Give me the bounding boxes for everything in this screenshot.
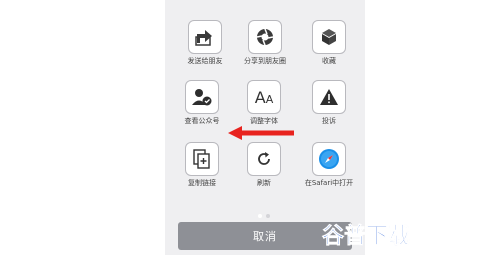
refresh-label: 刷新 xyxy=(257,179,271,187)
adjust-font-label: 调整字体 xyxy=(250,117,278,125)
share-arrow-icon xyxy=(188,20,222,54)
page-indicator xyxy=(256,203,272,222)
warning-icon xyxy=(312,80,346,114)
refresh-icon xyxy=(247,142,281,176)
open-in-safari-tile[interactable]: 在Safari中打开 xyxy=(284,142,374,187)
favorite-cube-icon xyxy=(312,20,346,54)
red-arrow-icon xyxy=(228,126,294,140)
page-dot-active xyxy=(258,214,262,218)
favorite-label: 收藏 xyxy=(322,57,336,65)
open-in-safari-label: 在Safari中打开 xyxy=(304,179,354,187)
official-account-icon xyxy=(185,80,219,114)
svg-text:谷普下载: 谷普下载 xyxy=(322,223,410,249)
copy-link-icon xyxy=(185,142,219,176)
watermark-logo: 谷普下载 xyxy=(322,223,411,250)
moments-aperture-icon xyxy=(248,20,282,54)
complain-tile[interactable]: 投诉 xyxy=(284,80,374,125)
complain-label: 投诉 xyxy=(322,117,336,125)
page-dot xyxy=(266,214,270,218)
favorite-tile[interactable]: 收藏 xyxy=(284,20,374,65)
share-to-moments-label: 分享到朋友圈 xyxy=(244,57,286,65)
font-size-icon: AA xyxy=(247,80,281,114)
safari-compass-icon xyxy=(312,142,346,176)
